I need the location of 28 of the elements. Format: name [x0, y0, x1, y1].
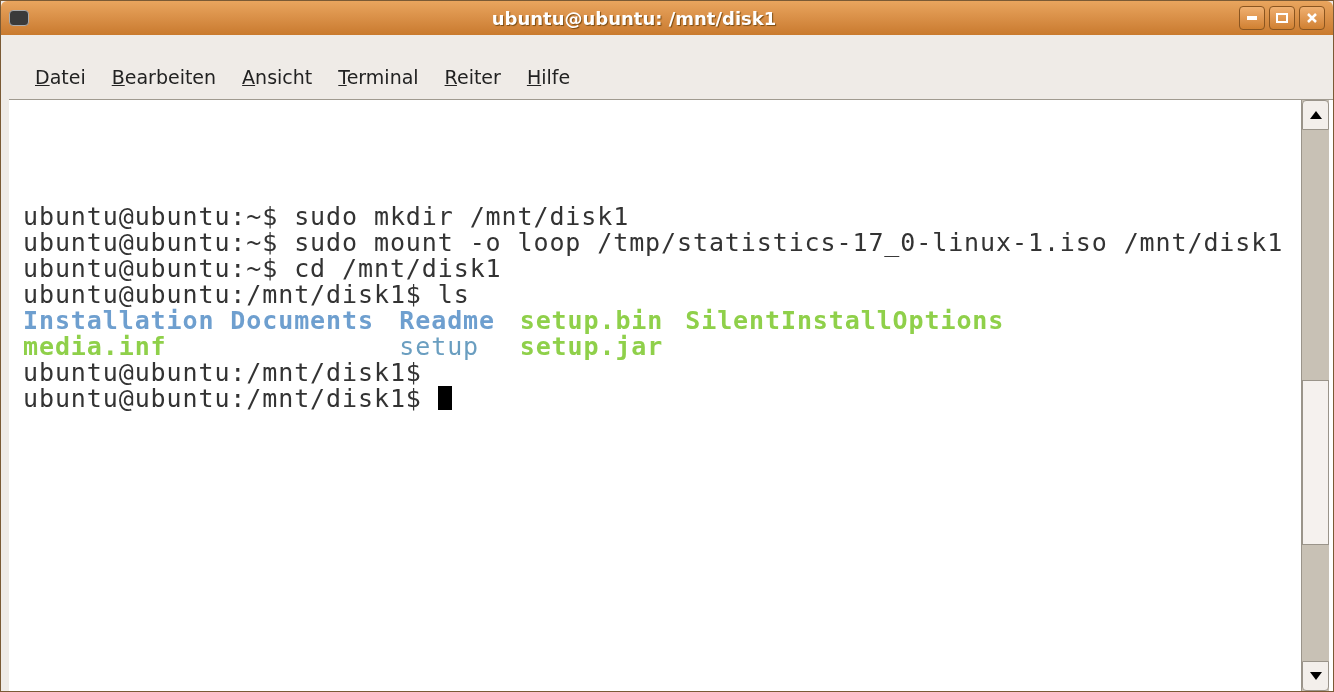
file-name: setup.bin: [519, 306, 664, 335]
terminal-line: ubuntu@ubuntu:~$ cd /mnt/disk1: [23, 256, 502, 282]
menu-item[interactable]: Datei: [35, 62, 86, 91]
close-button[interactable]: [1299, 6, 1325, 30]
file-name: Installation Documents: [23, 306, 374, 335]
scrollbar[interactable]: [1301, 100, 1329, 691]
file-name: setup: [399, 332, 480, 361]
menu-item[interactable]: Reiter: [444, 62, 501, 91]
terminal-line: ubuntu@ubuntu:~$ sudo mkdir /mnt/disk1: [23, 204, 630, 230]
terminal-line: ubuntu@ubuntu:/mnt/disk1$ ls: [23, 282, 470, 308]
menu-item[interactable]: Ansicht: [242, 62, 313, 91]
terminal-line: ubuntu@ubuntu:/mnt/disk1$: [23, 386, 423, 412]
file-name: SilentInstallOptions: [685, 306, 1005, 335]
menu-item[interactable]: Bearbeiten: [111, 62, 217, 91]
menu-item[interactable]: Hilfe: [526, 62, 571, 91]
maximize-icon: [1276, 13, 1288, 23]
file-name: media.inf: [23, 332, 167, 361]
minimize-button[interactable]: [1239, 6, 1265, 30]
terminal-icon: [9, 10, 29, 26]
menu-item[interactable]: Terminal: [338, 62, 419, 91]
minimize-icon: [1247, 16, 1257, 20]
terminal-line: ubuntu@ubuntu:/mnt/disk1$: [23, 360, 422, 386]
window-title: ubuntu@ubuntu: /mnt/disk1: [490, 6, 778, 31]
maximize-button[interactable]: [1269, 6, 1295, 30]
close-icon: [1306, 12, 1318, 24]
file-name: Readme: [399, 306, 495, 335]
scroll-thumb[interactable]: [1302, 380, 1329, 545]
terminal-line: ubuntu@ubuntu:~$ sudo mount -o loop /tmp/statistics-17_0-linux-1.iso /mnt/disk1: [23, 230, 1284, 256]
